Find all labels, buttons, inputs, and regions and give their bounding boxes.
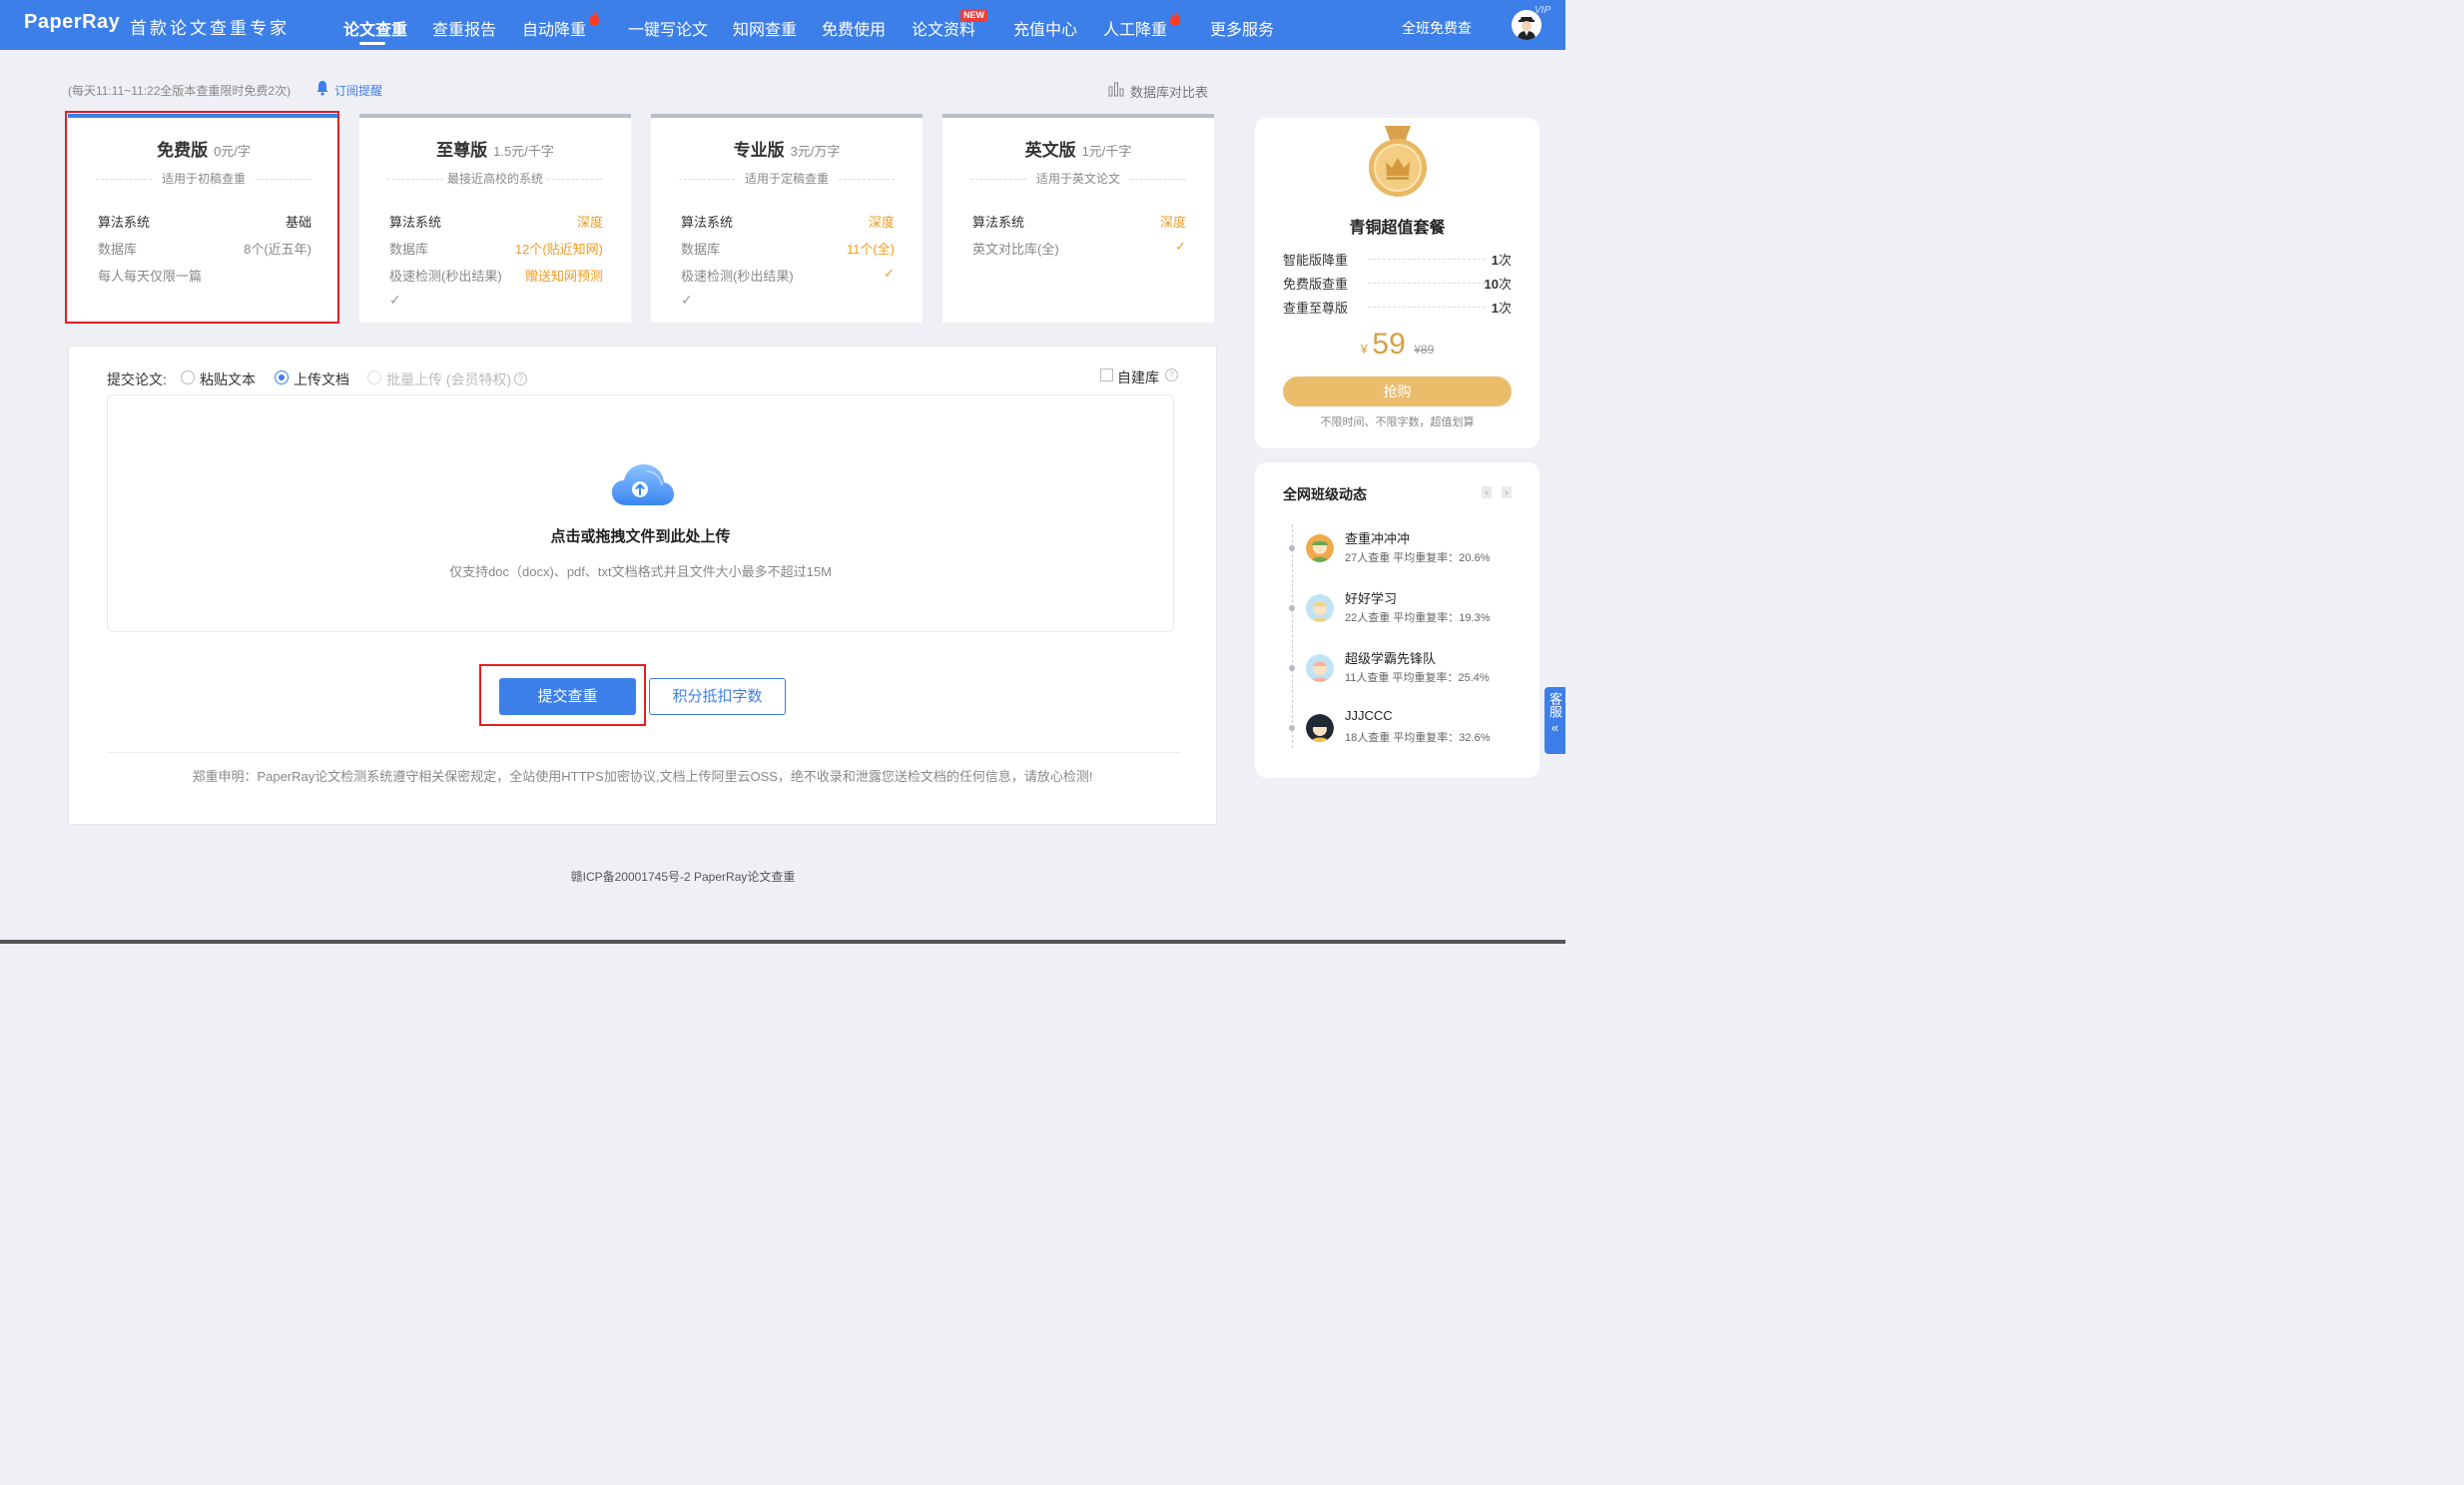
- plan-feature-row: 极速检测(秒出结果) 赠送知网预测: [389, 269, 603, 284]
- plan-subtitle: 最接近高校的系统: [387, 170, 603, 187]
- check-icon: ✓: [389, 292, 401, 308]
- plan-price: 1.5元/千字: [493, 144, 554, 159]
- vip-tag: VIP: [1535, 5, 1551, 16]
- nav-item-cnki-check[interactable]: 知网查重: [733, 16, 797, 40]
- nav-active-indicator: [359, 42, 385, 45]
- nav-item-free-use[interactable]: 免费使用: [822, 16, 886, 40]
- nav-item-paper-check[interactable]: 论文查重: [343, 16, 407, 40]
- top-nav-bar: PaperRay 首款论文查重专家 论文查重 查重报告 自动降重 一键写论文 知…: [0, 0, 1565, 50]
- dropzone-hint: 仅支持doc（docx)、pdf、txt文档格式并且文件大小最多不超过15M: [449, 564, 832, 579]
- plan-feature-row: 极速检测(秒出结果) ✓: [681, 266, 895, 284]
- bar-chart-icon[interactable]: [1108, 82, 1124, 97]
- plan-feature-row: 数据库 12个(贴近知网): [389, 242, 603, 257]
- feed-item: 超级学霸先锋队 11人查重 平均重复率：25.4%: [1289, 648, 1519, 688]
- radio-label: 批量上传 (会员特权): [386, 371, 512, 387]
- nav-item-recharge[interactable]: 充值中心: [1013, 16, 1077, 40]
- plan-subtitle: 适用于英文论文: [970, 170, 1186, 187]
- plan-card-supreme[interactable]: 至尊版 1.5元/千字 最接近高校的系统 算法系统 深度 数据库 12个(贴近知网) …: [359, 114, 631, 323]
- feed-item: 好好学习 22人查重 平均重复率：19.3%: [1289, 588, 1519, 628]
- plan-name: 英文版: [1024, 141, 1076, 160]
- slogan: 首款论文查重专家: [130, 19, 290, 39]
- nav-item-report[interactable]: 查重报告: [432, 16, 496, 40]
- logo[interactable]: PaperRay: [24, 11, 120, 34]
- package-title: 青铜超值套餐: [1349, 220, 1446, 237]
- feed-item: JJJCCC 18人查重 平均重复率：32.6%: [1289, 708, 1519, 748]
- package-item: 免费版查重 10次: [1283, 277, 1512, 292]
- bell-icon[interactable]: [315, 80, 329, 96]
- plan-feature-row: 算法系统 深度: [972, 215, 1186, 230]
- plan-price: 3元/万字: [790, 144, 841, 159]
- points-deduct-button[interactable]: 积分抵扣字数: [649, 678, 786, 715]
- buy-button[interactable]: 抢购: [1283, 376, 1512, 406]
- plan-feature-row: 每人每天仅限一篇: [98, 269, 203, 284]
- class-free-check-link[interactable]: 全班免费查: [1402, 18, 1472, 38]
- bottom-divider: [0, 940, 1565, 944]
- plan-name: 免费版: [157, 141, 209, 160]
- package-item: 智能版降重 1次: [1283, 253, 1512, 268]
- privacy-disclaimer: 郑重申明：PaperRay论文检测系统遵守相关保密规定，全站使用HTTPS加密协…: [192, 769, 1093, 784]
- new-badge: NEW: [960, 9, 987, 22]
- upload-panel: 提交论文: 粘贴文本 上传文档 批量上传 (会员特权) ? 自建库 ? 点击或拖…: [68, 346, 1217, 825]
- plan-name: 至尊版: [436, 141, 488, 160]
- footer-icp: 赣ICP备20001745号-2 PaperRay论文查重: [570, 870, 796, 884]
- plan-feature-row: 算法系统 深度: [389, 215, 603, 230]
- plan-subtitle: 适用于初稿查重: [96, 170, 311, 187]
- plan-feature-row: 数据库 8个(近五年): [98, 242, 311, 257]
- dropzone-title: 点击或拖拽文件到此处上传: [550, 528, 731, 545]
- prev-arrow-icon[interactable]: ‹: [1482, 486, 1492, 498]
- radio-batch-upload[interactable]: [367, 371, 381, 384]
- free-time-notice: (每天11:11~11:22全版本查重限时免费2次): [68, 84, 292, 98]
- package-item: 查重至尊版 1次: [1283, 301, 1512, 316]
- fire-icon: [1170, 10, 1180, 26]
- cloud-upload-icon: [612, 464, 674, 505]
- fire-icon: [589, 10, 599, 26]
- help-icon[interactable]: ?: [514, 372, 527, 385]
- divider: [107, 752, 1180, 753]
- nav-item-write-paper[interactable]: 一键写论文: [628, 16, 708, 40]
- plan-feature-row: 算法系统 深度: [681, 215, 895, 230]
- plan-subtitle: 适用于定稿查重: [679, 170, 895, 187]
- radio-paste-text[interactable]: [181, 371, 195, 384]
- submit-method-label: 提交论文:: [107, 371, 167, 387]
- file-dropzone[interactable]: 点击或拖拽文件到此处上传 仅支持doc（docx)、pdf、txt文档格式并且文…: [107, 394, 1174, 632]
- self-database-checkbox[interactable]: [1100, 369, 1113, 381]
- package-price: ¥ 59 ¥89: [1360, 328, 1435, 361]
- customer-service-button[interactable]: 客服 «: [1544, 687, 1565, 754]
- plan-feature-row: 数据库 11个(全): [681, 242, 895, 257]
- self-database-label[interactable]: 自建库: [1117, 368, 1159, 387]
- plan-name: 专业版: [733, 141, 785, 160]
- plan-card-free[interactable]: 免费版 0元/字 适用于初稿查重 算法系统 基础 数据库 8个(近五年) 每人每天仅限…: [68, 114, 339, 323]
- plan-feature-row: 英文对比库(全) ✓: [972, 239, 1186, 257]
- avatar-icon: [1306, 534, 1334, 562]
- radio-upload-document[interactable]: [275, 371, 289, 384]
- help-icon[interactable]: ?: [1165, 369, 1178, 381]
- nav-item-manual-reduce[interactable]: 人工降重: [1103, 16, 1167, 40]
- database-compare-link[interactable]: 数据库对比表: [1130, 82, 1208, 101]
- radio-label[interactable]: 粘贴文本: [200, 370, 256, 389]
- plan-card-professional[interactable]: 专业版 3元/万字 适用于定稿查重 算法系统 深度 数据库 11个(全) 极速检测(秒…: [651, 114, 923, 323]
- avatar-icon: [1306, 654, 1334, 682]
- class-activity-card: 全网班级动态 ‹ › 查重冲冲冲 27人查重 平均重复率：20.6% 好好学习 …: [1255, 462, 1540, 778]
- package-card: 青铜超值套餐 智能版降重 1次 免费版查重 10次 查重至尊版 1次 ¥ 59 …: [1255, 118, 1540, 448]
- avatar-icon: [1306, 594, 1334, 622]
- customer-service-label: 客服: [1547, 692, 1562, 718]
- collapse-arrow-icon: «: [1550, 720, 1559, 735]
- plan-feature-row: 算法系统 基础: [98, 215, 311, 230]
- nav-item-more-services[interactable]: 更多服务: [1210, 16, 1274, 40]
- subscribe-reminder-link[interactable]: 订阅提醒: [334, 82, 382, 99]
- medal-icon: [1369, 126, 1427, 197]
- plan-card-english[interactable]: 英文版 1元/千字 适用于英文论文 算法系统 深度 英文对比库(全) ✓: [942, 114, 1214, 323]
- avatar-icon: [1306, 714, 1334, 742]
- nav-item-auto-reduce[interactable]: 自动降重: [522, 16, 586, 40]
- feed-title: 全网班级动态: [1283, 486, 1367, 502]
- submit-check-button[interactable]: 提交查重: [499, 678, 636, 715]
- package-note: 不限时间、不限字数，超值划算: [1320, 416, 1475, 428]
- radio-label[interactable]: 上传文档: [294, 370, 349, 389]
- plan-price: 0元/字: [214, 144, 251, 159]
- check-icon: ✓: [681, 292, 693, 308]
- plan-price: 1元/千字: [1081, 144, 1132, 159]
- next-arrow-icon[interactable]: ›: [1502, 486, 1512, 498]
- feed-item: 查重冲冲冲 27人查重 平均重复率：20.6%: [1289, 528, 1519, 568]
